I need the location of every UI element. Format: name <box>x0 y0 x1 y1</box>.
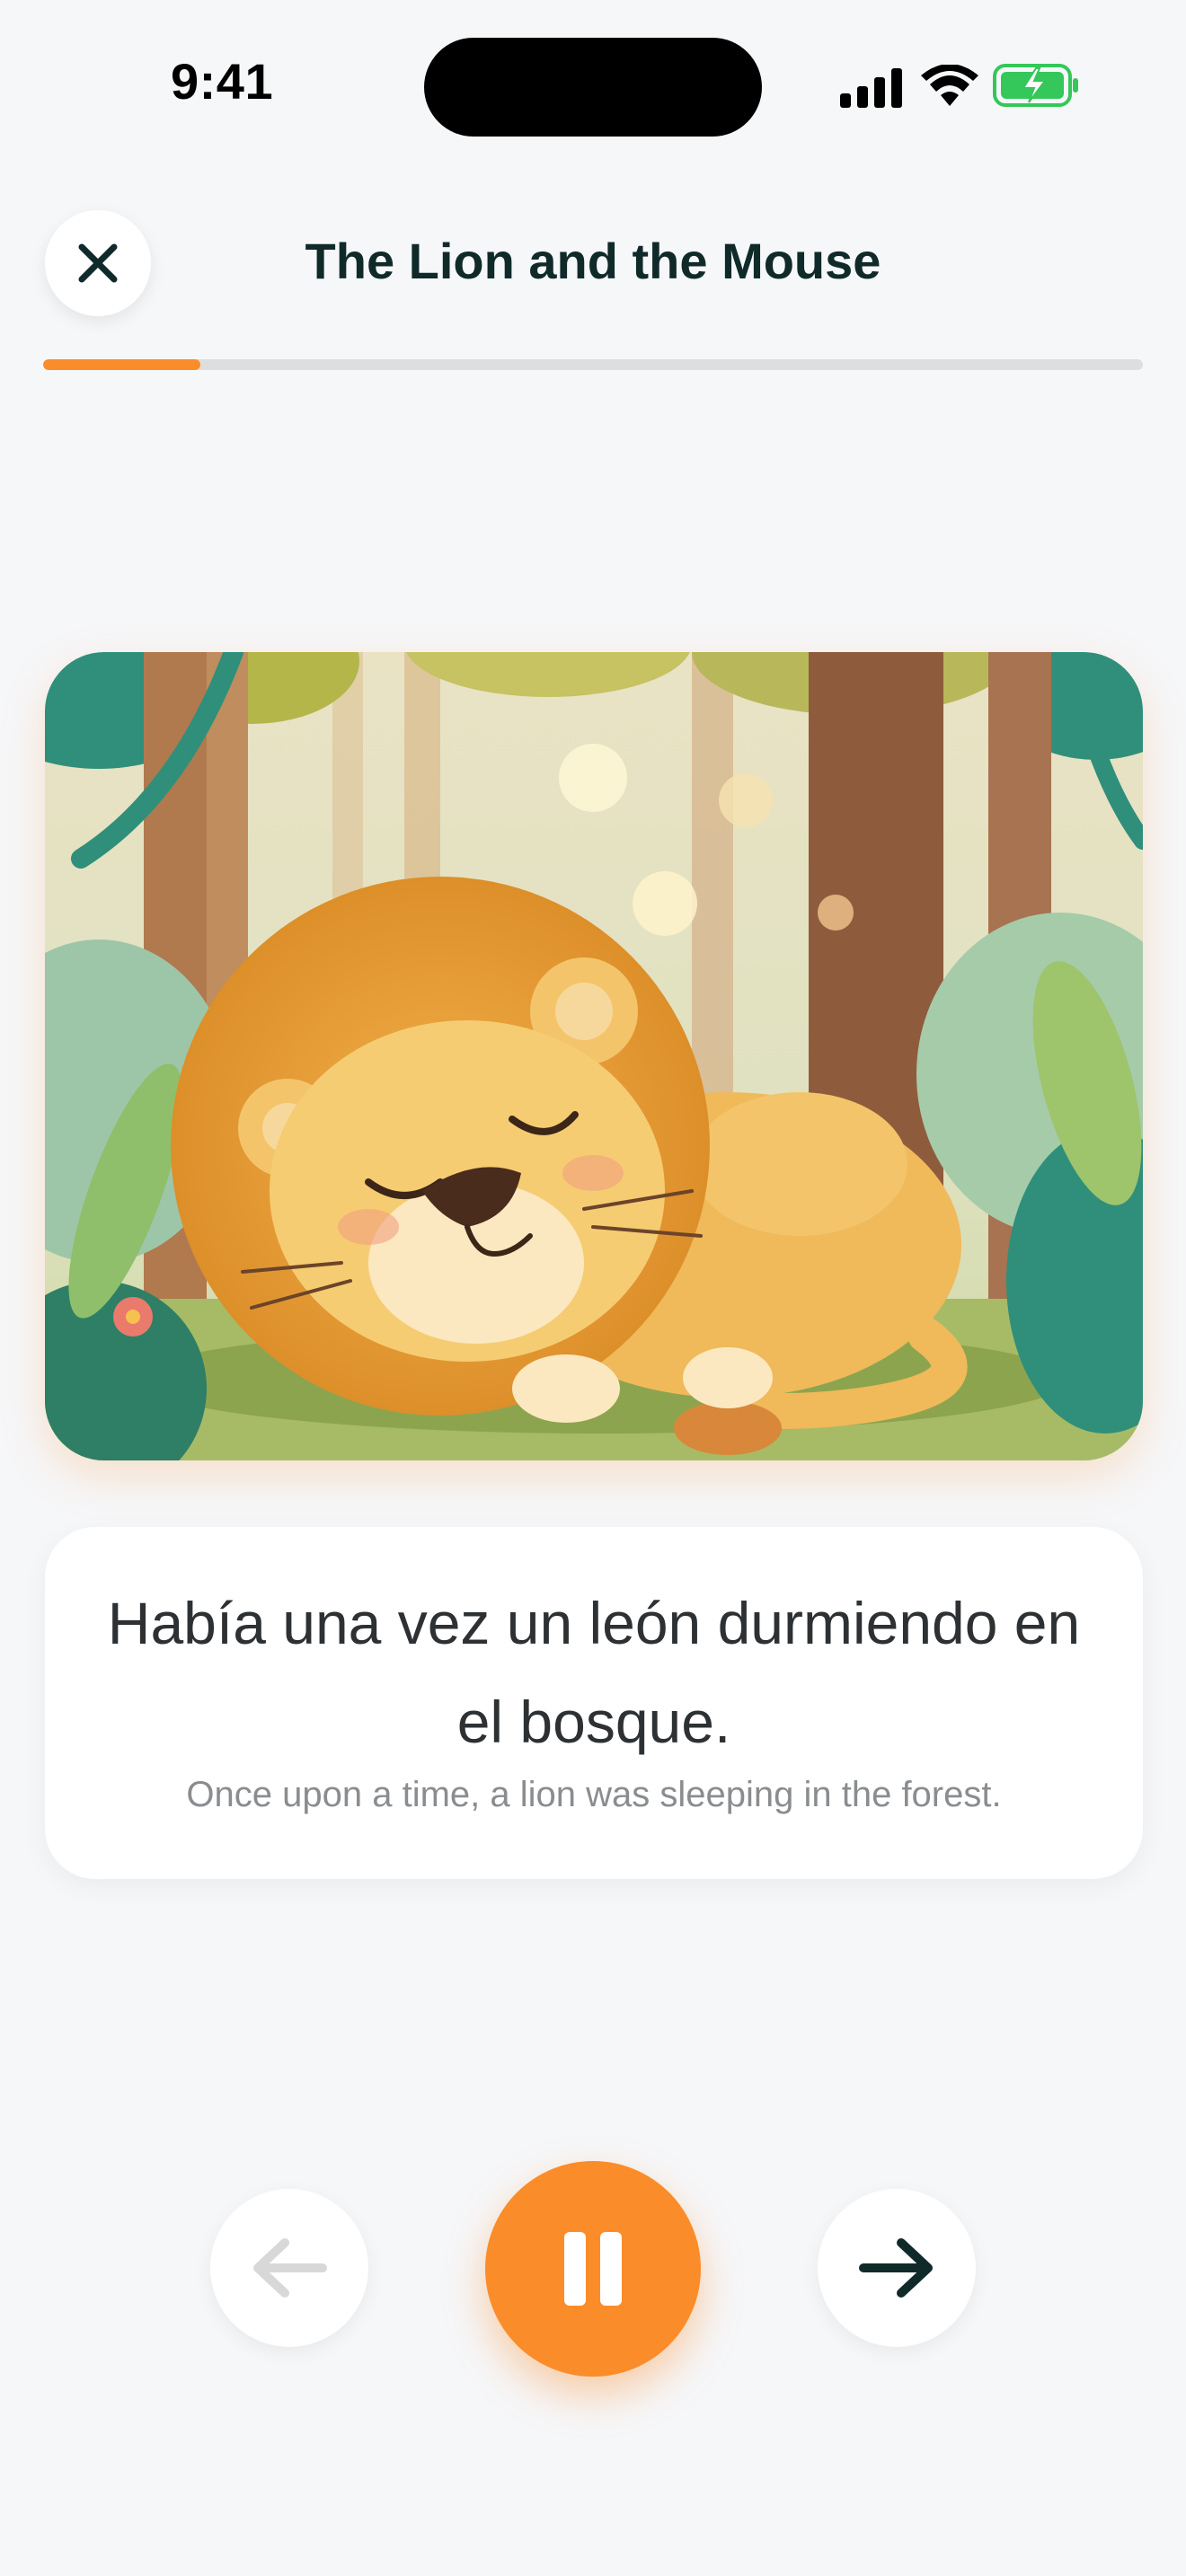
pause-button[interactable] <box>485 2161 701 2377</box>
status-bar: 9:41 <box>0 0 1186 171</box>
next-page-button[interactable] <box>818 2189 976 2347</box>
story-illustration <box>45 652 1143 1460</box>
wifi-icon <box>921 65 978 106</box>
arrow-right-icon <box>859 2238 933 2298</box>
story-text-spanish[interactable]: Había una vez un león durmiendo en el bo… <box>99 1574 1089 1771</box>
text-card: Había una vez un león durmiendo en el bo… <box>45 1527 1143 1879</box>
story-title: The Lion and the Mouse <box>305 233 881 289</box>
previous-page-button[interactable] <box>210 2189 368 2347</box>
close-icon <box>78 243 118 283</box>
arrow-left-icon <box>253 2238 327 2298</box>
battery-charging-icon <box>993 64 1078 107</box>
signal-icon <box>840 68 902 108</box>
pause-icon <box>564 2232 622 2306</box>
dynamic-island <box>424 38 762 137</box>
progress-fill <box>43 359 201 370</box>
progress-bar <box>43 359 1143 370</box>
close-button[interactable] <box>45 210 151 316</box>
story-text-english: Once upon a time, a lion was sleeping in… <box>186 1775 1002 1814</box>
status-time: 9:41 <box>171 53 274 110</box>
